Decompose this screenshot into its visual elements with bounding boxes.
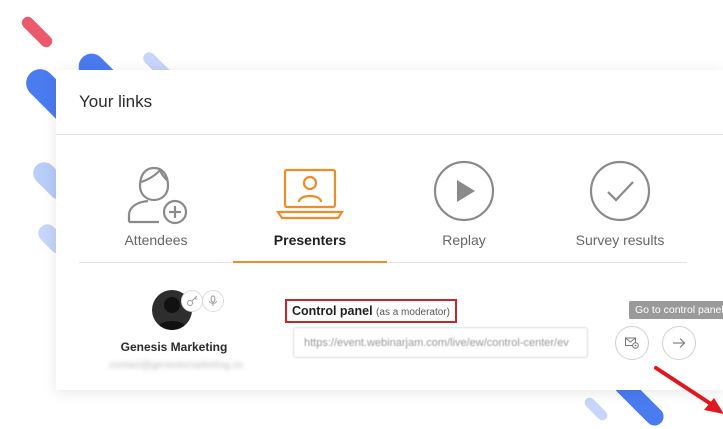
tooltip: Go to control panel	[629, 301, 723, 319]
your-links-card: Your links Attendees Presenters Replay S…	[56, 70, 723, 414]
control-panel-url-input[interactable]	[293, 327, 588, 358]
tab-label: Attendees	[124, 232, 188, 248]
tab-attendees[interactable]: Attendees	[79, 160, 233, 262]
decor-shape	[582, 395, 610, 423]
control-panel-title: Control panel	[292, 304, 373, 318]
active-tab-indicator	[233, 261, 387, 263]
microphone-icon	[209, 295, 217, 306]
microphone-button[interactable]	[202, 290, 224, 312]
user-add-icon	[127, 166, 188, 225]
presenter-email: contact@genesismarketing.co	[108, 360, 244, 371]
presenter-laptop-icon	[275, 168, 345, 220]
control-panel-sublabel: (as a moderator)	[376, 307, 450, 318]
go-to-control-panel-button[interactable]	[662, 326, 696, 360]
tab-survey-results[interactable]: Survey results	[543, 160, 697, 262]
decor-shape	[19, 14, 55, 50]
play-icon	[433, 160, 495, 222]
red-arrow-annotation-icon	[654, 366, 723, 414]
tab-presenters[interactable]: Presenters	[233, 160, 387, 262]
check-circle-icon	[589, 160, 651, 222]
card-title: Your links	[79, 92, 153, 111]
tab-label: Survey results	[575, 232, 665, 248]
presenter-name: Genesis Marketing	[120, 340, 228, 354]
key-button[interactable]	[181, 290, 203, 312]
tab-replay[interactable]: Replay	[387, 160, 541, 262]
key-icon	[187, 295, 198, 306]
arrow-right-icon	[673, 338, 686, 348]
control-panel-label: Control panel (as a moderator)	[285, 299, 457, 323]
tab-label: Replay	[442, 232, 486, 248]
email-link-button[interactable]	[615, 326, 649, 360]
divider	[56, 134, 723, 135]
email-settings-icon	[625, 337, 639, 349]
tab-label: Presenters	[273, 232, 347, 248]
